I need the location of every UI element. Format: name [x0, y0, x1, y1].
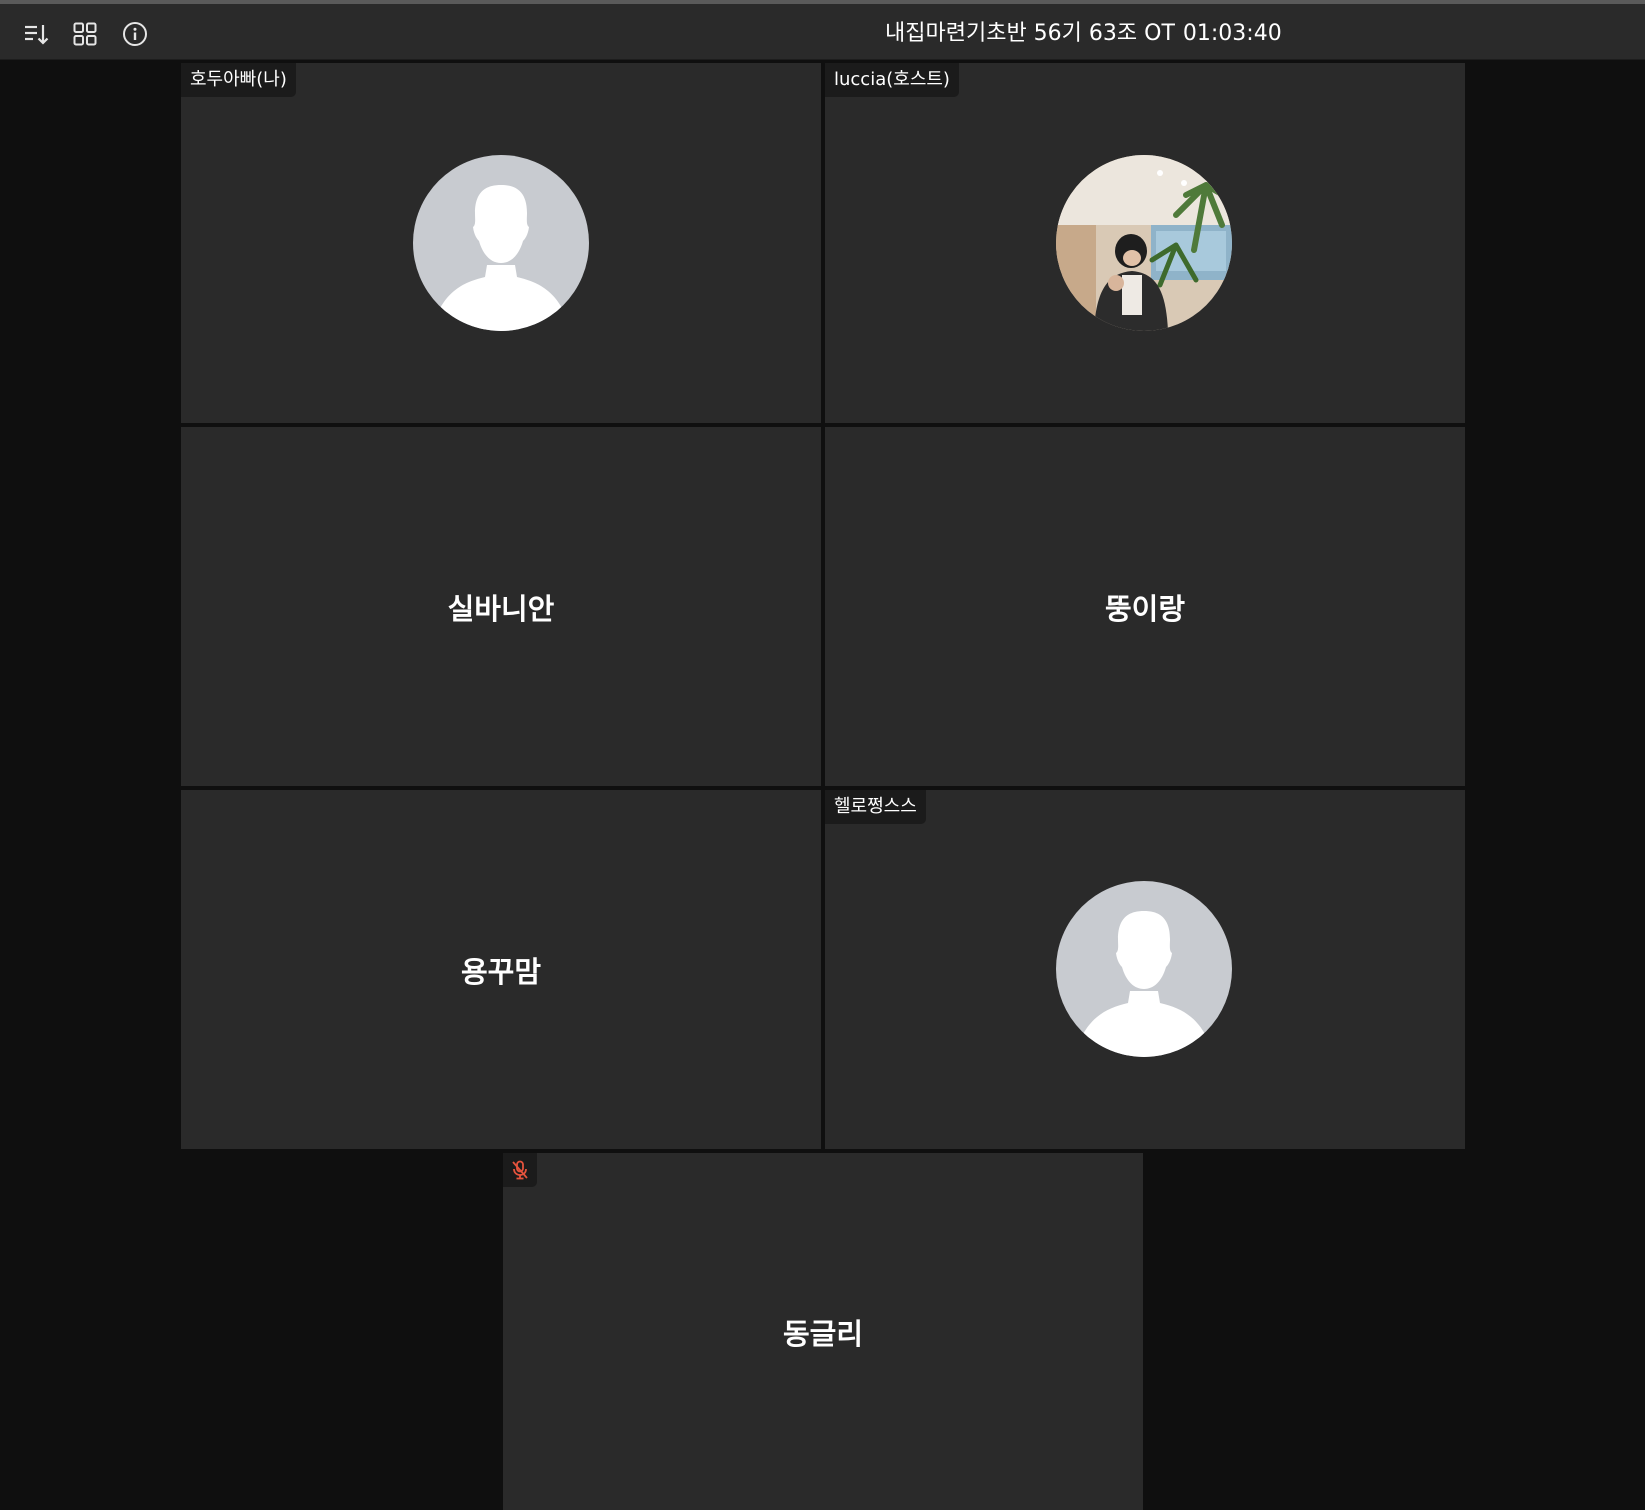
participant-name-tag: 헬로쩡스스	[825, 790, 926, 824]
participant-tile[interactable]: 실바니안	[181, 427, 821, 786]
meeting-timer: 01:03:40	[1182, 21, 1282, 46]
meeting-title: 내집마련기초반 56기 63조 OT 01:03:40	[885, 18, 1282, 50]
default-avatar-icon	[1056, 881, 1232, 1057]
default-avatar-icon	[413, 155, 589, 331]
participant-tile[interactable]: 동글리	[503, 1153, 1143, 1510]
participant-tile[interactable]: 헬로쩡스스	[825, 790, 1465, 1149]
participant-name: 용꾸맘	[460, 954, 542, 989]
participant-tile[interactable]: 용꾸맘	[181, 790, 821, 1149]
participant-tile[interactable]: luccia(호스트)	[825, 63, 1465, 423]
participant-name-tag: luccia(호스트)	[825, 63, 959, 97]
top-toolbar: 내집마련기초반 56기 63조 OT 01:03:40	[0, 0, 1645, 60]
meeting-name: 내집마련기초반 56기 63조 OT	[885, 21, 1175, 46]
mic-muted-icon	[503, 1153, 537, 1187]
info-icon[interactable]	[119, 18, 151, 50]
grid-view-icon[interactable]	[69, 18, 101, 50]
sort-icon[interactable]	[20, 18, 52, 50]
participant-name: 동글리	[782, 1316, 864, 1351]
participant-tile[interactable]: 뚱이랑	[825, 427, 1465, 786]
participant-name: 뚱이랑	[1104, 591, 1186, 626]
profile-photo-avatar	[1056, 155, 1232, 331]
participant-name: 실바니안	[447, 591, 555, 626]
participant-name-tag: 호두아빠(나)	[181, 63, 296, 97]
participant-tile[interactable]: 호두아빠(나)	[181, 63, 821, 423]
